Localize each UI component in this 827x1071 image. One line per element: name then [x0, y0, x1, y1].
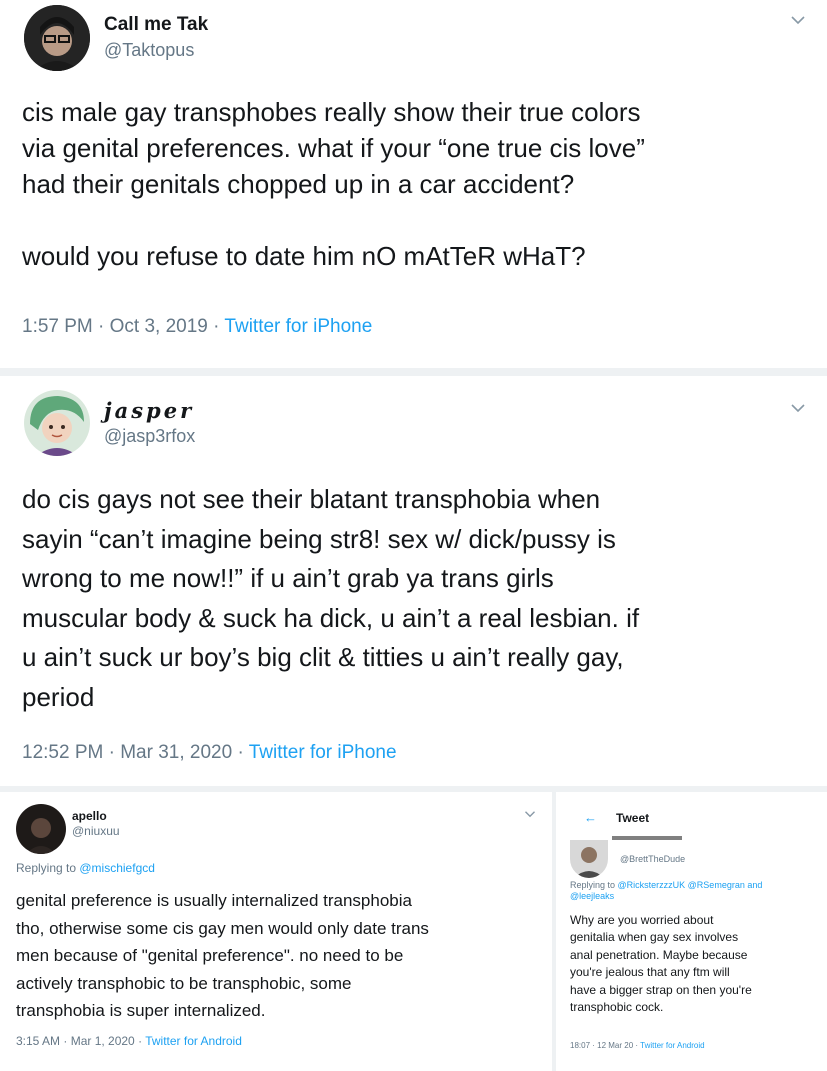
replying-to: Replying to @mischiefgcd [16, 861, 155, 875]
display-name[interactable]: jasper [104, 398, 194, 423]
display-name[interactable]: apello [72, 809, 107, 823]
avatar-image [570, 840, 608, 878]
timestamp[interactable]: 3:15 AM · Mar 1, 2020 · [16, 1034, 145, 1048]
text-line: transphobia is super internalized. [16, 1001, 266, 1020]
text-line: sayin “can’t imagine being str8! sex w/ … [22, 523, 616, 554]
text-line: wrong to me now!!” if u ain’t grab ya tr… [22, 563, 554, 593]
timestamp[interactable]: 1:57 PM · Oct 3, 2019 · [22, 316, 224, 337]
timestamp[interactable]: 18:07 · 12 Mar 20 · [570, 1041, 640, 1050]
reply-mention[interactable]: @RicksterzzzUK @RSemegran and [618, 880, 763, 890]
text-line: transphobic cock. [570, 1000, 664, 1015]
chevron-down-icon[interactable] [790, 12, 806, 28]
top-bar: ← Tweet [556, 792, 827, 836]
source-link[interactable]: Twitter for Android [145, 1034, 242, 1048]
source-link[interactable]: Twitter for iPhone [249, 742, 397, 763]
user-handle[interactable]: @niuxuu [72, 824, 120, 838]
tweet-text: Why are you worried about genitalia when… [570, 912, 825, 1016]
timestamp[interactable]: 12:52 PM · Mar 31, 2020 · [22, 742, 249, 763]
text-line: would you refuse to date him nO mAtTeR w… [22, 241, 586, 271]
user-handle[interactable]: @BrettTheDude [620, 854, 685, 864]
tweet-card-4: ← Tweet @BrettTheDude Replying to @Ricks… [556, 792, 827, 1071]
text-line: had their genitals chopped up in a car a… [22, 169, 575, 199]
avatar[interactable] [24, 390, 90, 456]
display-name[interactable]: Call me Tak [104, 14, 208, 36]
text-line: you're jealous that any ftm will [570, 965, 730, 980]
text-line: period [22, 681, 95, 712]
text-line: do cis gays not see their blatant transp… [22, 484, 601, 514]
chevron-down-icon[interactable] [524, 808, 536, 820]
avatar-image [16, 804, 66, 854]
avatar[interactable] [24, 5, 90, 71]
text-line [22, 202, 812, 238]
text-line: men because of "genital preference". no … [16, 946, 404, 965]
avatar-image [24, 5, 90, 71]
text-line: genital preference is usually internaliz… [16, 891, 412, 910]
source-link[interactable]: Twitter for iPhone [224, 316, 372, 337]
user-handle[interactable]: @Taktopus [104, 40, 194, 61]
avatar[interactable] [570, 840, 608, 878]
text-line: cis male gay transphobes really show the… [22, 97, 641, 127]
text-line: Why are you worried about [570, 913, 714, 927]
reply-prefix: Replying to [570, 880, 618, 890]
user-handle[interactable]: @jasp3rfox [104, 426, 195, 447]
text-line: actively transphobic to be transphobic, … [16, 973, 352, 993]
text-line: u ain’t suck ur boy’s big clit & titties… [22, 642, 624, 672]
text-line: via genital preferences. what if your “o… [22, 133, 645, 163]
text-line: tho, otherwise some cis gay men would on… [16, 918, 429, 938]
replying-to: Replying to @RicksterzzzUK @RSemegran an… [570, 880, 762, 902]
source-link[interactable]: Twitter for Android [640, 1041, 704, 1050]
tweet-meta: 3:15 AM · Mar 1, 2020 · Twitter for Andr… [16, 1034, 242, 1048]
text-line: have a bigger strap on then you're [570, 982, 752, 997]
text-line: anal penetration. Maybe because [570, 947, 748, 962]
divider [0, 368, 827, 376]
tweet-meta: 1:57 PM · Oct 3, 2019 · Twitter for iPho… [22, 316, 372, 338]
reply-mention[interactable]: @mischiefgcd [79, 861, 155, 875]
chevron-down-icon[interactable] [790, 400, 806, 416]
tweet-text: genital preference is usually internaliz… [16, 887, 546, 1025]
tweet-text: do cis gays not see their blatant transp… [22, 480, 822, 717]
tweet-card-1: Call me Tak @Taktopus cis male gay trans… [0, 0, 827, 368]
reply-mention[interactable]: @leejleaks [570, 891, 614, 901]
text-line: muscular body & suck ha dick, u ain’t a … [22, 602, 640, 633]
text-line: genitalia when gay sex involves [570, 930, 739, 945]
tweet-text: cis male gay transphobes really show the… [22, 94, 812, 274]
tweet-card-2: jasper @jasp3rfox do cis gays not see th… [0, 376, 827, 786]
avatar[interactable] [16, 804, 66, 854]
tweet-meta: 12:52 PM · Mar 31, 2020 · Twitter for iP… [22, 742, 397, 764]
tweet-card-3: apello @niuxuu Replying to @mischiefgcd … [0, 792, 552, 1071]
reply-prefix: Replying to [16, 861, 80, 875]
header-title: Tweet [616, 811, 650, 825]
cropped-name [612, 836, 682, 840]
tweet-meta: 18:07 · 12 Mar 20 · Twitter for Android [570, 1041, 705, 1050]
back-arrow-icon[interactable]: ← [584, 810, 597, 825]
avatar-image [24, 390, 90, 456]
